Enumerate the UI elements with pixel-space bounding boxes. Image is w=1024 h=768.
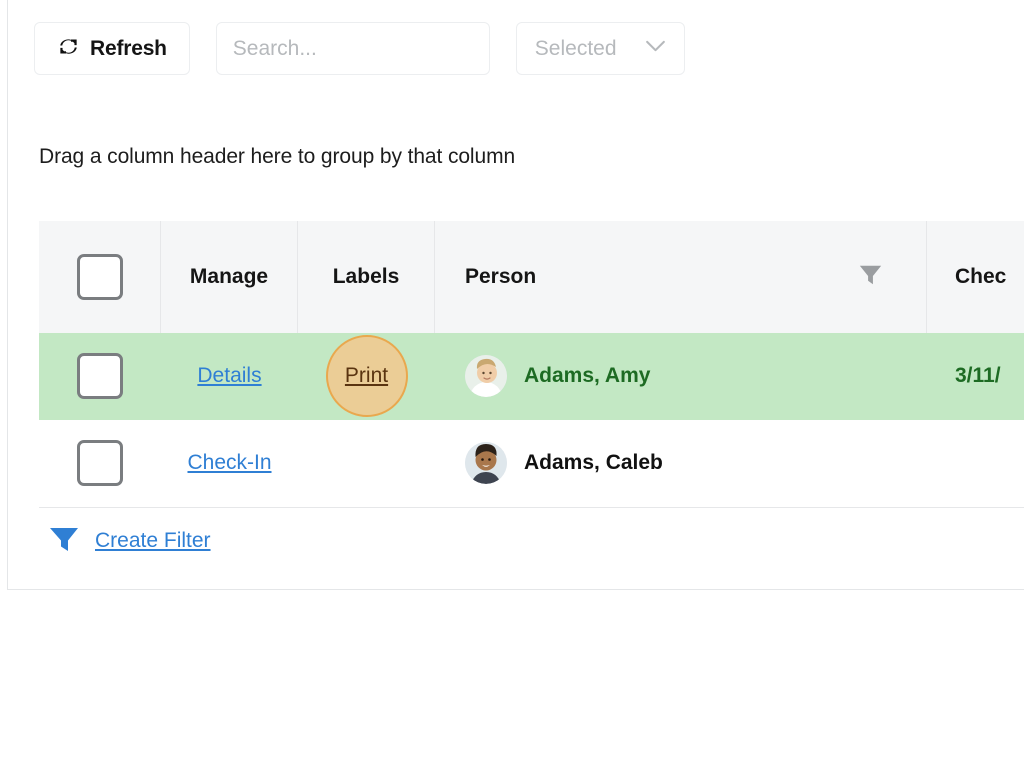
header-label-manage: Manage <box>189 265 269 288</box>
app-root: Refresh Selected Drag a column header he… <box>0 0 1024 768</box>
row-checkbox[interactable] <box>77 353 123 399</box>
grid-header-row: Manage Labels Person Chec <box>39 221 1024 333</box>
row-checkbox[interactable] <box>77 440 123 486</box>
group-panel-hint: Drag a column header here to group by th… <box>39 145 516 168</box>
grid-footer: Create Filter <box>39 507 1024 574</box>
row-cell-manage: Check-In <box>161 420 298 506</box>
create-filter-link[interactable]: Create Filter <box>95 529 211 553</box>
print-link-wrapper: Print <box>325 335 408 417</box>
person-block: Adams, Amy <box>465 355 650 397</box>
avatar <box>465 442 507 484</box>
grid-panel: Refresh Selected Drag a column header he… <box>7 0 1024 590</box>
details-link[interactable]: Details <box>197 364 261 388</box>
header-label-checkin: Chec <box>955 265 1007 288</box>
chevron-down-icon <box>645 40 666 58</box>
header-label-labels: Labels <box>332 265 400 288</box>
row-cell-person: Adams, Amy <box>435 333 927 419</box>
filter-icon[interactable] <box>47 524 81 559</box>
row-cell-labels: Print <box>298 333 435 419</box>
row-cell-person: Adams, Caleb <box>435 420 927 506</box>
select-all-checkbox[interactable] <box>76 254 123 300</box>
person-block: Adams, Caleb <box>465 442 663 484</box>
filter-icon[interactable] <box>855 259 886 295</box>
search-input[interactable] <box>215 22 490 75</box>
row-cell-checkin <box>927 420 1024 506</box>
refresh-icon <box>57 35 80 63</box>
person-name: Adams, Caleb <box>524 451 663 474</box>
selected-dropdown[interactable]: Selected <box>515 22 685 75</box>
row-cell-select <box>39 420 161 506</box>
checkin-date: 3/11/ <box>955 364 1001 387</box>
header-cell-manage[interactable]: Manage <box>161 221 298 333</box>
row-cell-checkin: 3/11/ <box>927 333 1024 419</box>
refresh-button-label: Refresh <box>90 36 167 60</box>
refresh-button[interactable]: Refresh <box>34 22 190 75</box>
row-cell-select <box>39 333 161 419</box>
header-cell-checkin[interactable]: Chec <box>927 221 1024 333</box>
table-row[interactable]: Details Print Adams, Amy 3/11/ <box>39 333 1024 420</box>
avatar <box>465 355 507 397</box>
data-grid: Manage Labels Person Chec Details Print … <box>39 221 1024 574</box>
toolbar: Refresh Selected <box>34 22 685 75</box>
row-cell-labels <box>298 420 435 506</box>
person-name: Adams, Amy <box>524 364 651 387</box>
row-cell-manage: Details <box>161 333 298 419</box>
header-label-person: Person <box>465 265 537 288</box>
header-cell-select <box>39 221 161 333</box>
print-link[interactable]: Print <box>345 364 388 388</box>
header-cell-person[interactable]: Person <box>435 221 927 333</box>
table-row[interactable]: Check-In Adams, Caleb <box>39 420 1024 507</box>
header-cell-labels[interactable]: Labels <box>298 221 435 333</box>
check-in-link[interactable]: Check-In <box>187 451 271 475</box>
selected-dropdown-label: Selected <box>534 36 617 60</box>
